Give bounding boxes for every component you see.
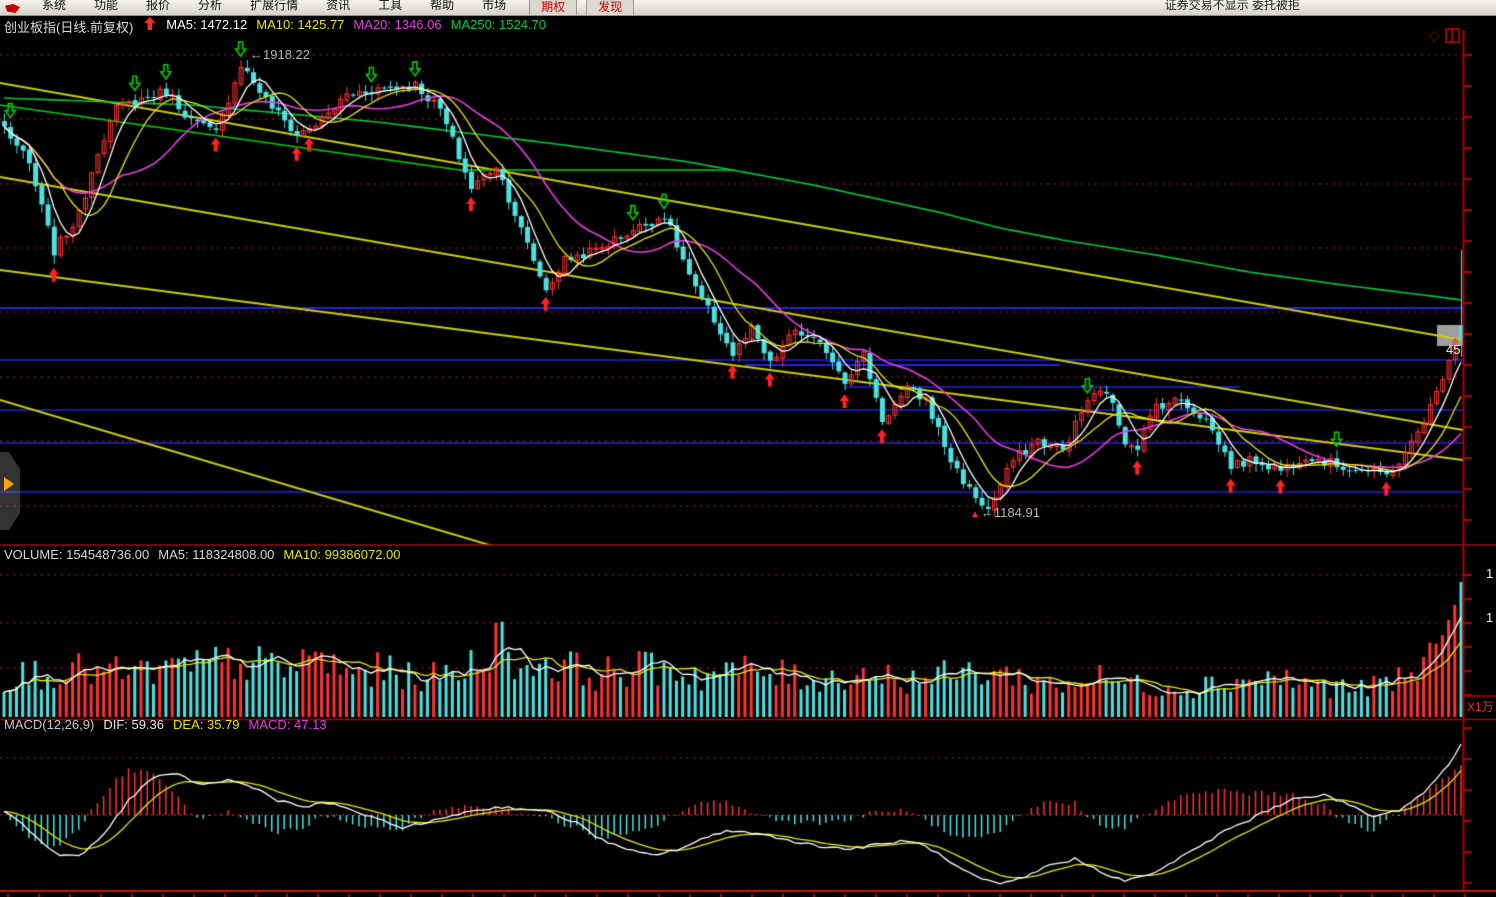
volume-label-0: VOLUME: 154548736.00 <box>4 547 149 562</box>
status-text: 证券交易不显示 委托被拒 <box>1165 0 1300 13</box>
low-marker-icon: ▲ <box>970 509 980 520</box>
macd-label-3: MACD: 47.13 <box>249 717 327 732</box>
low-price-annotation: ▲←1184.91 <box>970 505 1040 520</box>
main-ma-label-3: MA250: 1524.70 <box>451 17 546 36</box>
menu-item-8[interactable]: 市场 <box>468 0 520 16</box>
volume-axis-multiplier: X1万 <box>1467 698 1495 715</box>
panel-corner-icons: ◇ <box>1429 28 1460 43</box>
main-ma-label-0: MA5: 1472.12 <box>166 17 247 36</box>
security-title: 创业板指(日线.前复权) <box>4 17 133 36</box>
chart-canvas[interactable] <box>0 15 1496 897</box>
menu-item-0[interactable]: 系统 <box>28 0 80 16</box>
menu-item-5[interactable]: 资讯 <box>312 0 364 16</box>
main-chart-header: 创业板指(日线.前复权) MA5: 1472.12 MA10: 1425.77 MA… <box>4 17 546 36</box>
volume-axis-label-1: 1 <box>1486 566 1493 581</box>
low-price-text: ←1184.91 <box>981 505 1040 520</box>
high-price-annotation: ←1918.22 <box>250 47 310 62</box>
macd-label-2: DEA: 35.79 <box>173 717 240 732</box>
menu-hot-item-1[interactable]: 发现 <box>586 0 634 16</box>
trend-up-arrow-icon <box>144 17 155 30</box>
menu-item-4[interactable]: 扩展行情 <box>236 0 312 16</box>
volume-panel-header: VOLUME: 154548736.00 MA5: 118324808.00 MA1… <box>4 547 401 562</box>
app-logo-icon <box>5 4 20 13</box>
menu-item-7[interactable]: 帮助 <box>416 0 468 16</box>
menu-hot-item-0[interactable]: 期权 <box>529 0 577 16</box>
menu-item-3[interactable]: 分析 <box>184 0 236 16</box>
app-window: 系统功能报价分析扩展行情资讯工具帮助市场期权发现 证券交易不显示 委托被拒 创业… <box>0 0 1496 897</box>
window-icon[interactable] <box>1445 28 1460 43</box>
macd-panel-header: MACD(12,26,9) DIF: 59.36 DEA: 35.79 MACD: 4… <box>4 717 327 732</box>
macd-label-0: MACD(12,26,9) <box>4 717 94 732</box>
menu-item-1[interactable]: 功能 <box>80 0 132 16</box>
menu-item-group: 系统功能报价分析扩展行情资讯工具帮助市场期权发现 <box>28 0 634 16</box>
last-price-axis-label: 45 <box>1446 342 1463 357</box>
main-ma-label-2: MA20: 1346.06 <box>353 17 441 36</box>
main-ma-label-1: MA10: 1425.77 <box>256 17 344 36</box>
volume-label-2: MA10: 99386072.00 <box>283 547 400 562</box>
menu-bar: 系统功能报价分析扩展行情资讯工具帮助市场期权发现 证券交易不显示 委托被拒 <box>0 0 1496 16</box>
macd-label-1: DIF: 59.36 <box>103 717 164 732</box>
menu-item-2[interactable]: 报价 <box>132 0 184 16</box>
volume-axis-label-2: 1 <box>1486 610 1493 625</box>
diamond-icon[interactable]: ◇ <box>1429 28 1440 43</box>
volume-label-1: MA5: 118324808.00 <box>158 547 274 562</box>
menu-item-6[interactable]: 工具 <box>364 0 416 16</box>
